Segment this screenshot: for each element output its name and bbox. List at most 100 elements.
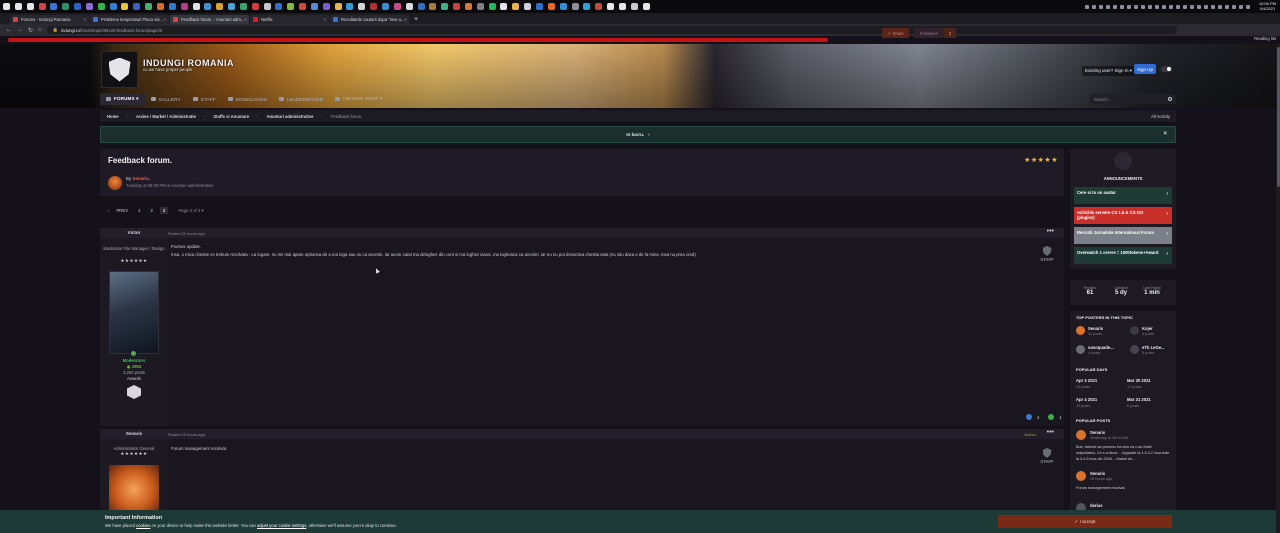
taskbar-app-icon[interactable] (121, 3, 129, 10)
breadcrumb-item[interactable]: Staffs si Anuntare (213, 114, 249, 119)
announcement-item[interactable]: Cere si tu un avatar › (1074, 187, 1172, 204)
topic-rating[interactable]: ★★★★★ (1024, 156, 1058, 164)
nav-item[interactable]: Downloads (222, 93, 273, 105)
search-input[interactable]: Search... (1090, 94, 1176, 104)
tray-icon[interactable] (1238, 4, 1243, 9)
search-icon[interactable] (1168, 97, 1172, 101)
tray-icon[interactable] (1126, 4, 1131, 9)
tray-icon[interactable] (1147, 4, 1152, 9)
taskbar-app-icon[interactable] (334, 3, 342, 10)
taskbar-app-icon[interactable] (3, 3, 10, 10)
taskbar-app-icon[interactable] (299, 3, 307, 10)
cookie-settings-link[interactable]: adjust your cookie settings (257, 523, 306, 528)
tray-icon[interactable] (1168, 4, 1173, 9)
poster-name[interactable]: Senaris (1088, 326, 1103, 331)
taskbar-app-icon[interactable] (85, 3, 93, 10)
taskbar-app-icon[interactable] (429, 3, 437, 10)
taskbar-app-icon[interactable] (535, 3, 543, 10)
tray-icon[interactable] (1105, 4, 1110, 9)
announcement-item[interactable]: Overwatch 1 cerere = 1000tokens+Award › (1074, 247, 1172, 264)
avatar[interactable] (1076, 471, 1086, 481)
taskbar-app-icon[interactable] (630, 3, 638, 10)
prev-icon[interactable]: ‹ (108, 208, 109, 213)
breadcrumb-item[interactable]: Anime / Market / Administratie (136, 114, 196, 119)
page-link-2[interactable]: 2 (148, 207, 156, 214)
popular-day[interactable]: Apr 3 2021 24 posts (1076, 378, 1097, 389)
taskbar-app-icon[interactable] (133, 3, 141, 10)
taskbar-app-icon[interactable] (346, 3, 354, 10)
nav-item[interactable]: Staff (187, 93, 222, 105)
breadcrumb-item[interactable]: Anunturi administrative (266, 114, 313, 119)
tray-icon[interactable] (1231, 4, 1236, 9)
nav-item[interactable]: Indungi Shop ▾ (329, 93, 388, 105)
tray-icon[interactable] (1154, 4, 1159, 9)
accept-cookies-button[interactable]: ✓ I accept (998, 515, 1172, 528)
home-icon[interactable]: ⌂ (38, 27, 42, 33)
avatar[interactable] (1130, 326, 1139, 335)
taskbar-app-icon[interactable] (370, 3, 378, 10)
nav-item[interactable]: Forums ▾ (100, 93, 145, 105)
popular-post-author[interactable]: Senaris (1090, 471, 1105, 476)
close-tab-icon[interactable]: × (323, 17, 326, 22)
taskbar-app-icon[interactable] (571, 3, 579, 10)
tray-icon[interactable] (1133, 4, 1138, 9)
reaction-summary[interactable]: 2 1 (1026, 414, 1062, 420)
close-tab-icon[interactable]: × (244, 17, 247, 22)
share-button[interactable]: ↗ Share (882, 28, 909, 38)
popular-post-author[interactable]: darius (1090, 503, 1103, 508)
reading-list-button[interactable]: Reading list (1254, 36, 1276, 41)
tray-icon[interactable] (1189, 4, 1194, 9)
post-date[interactable]: Posted 20 hours ago (168, 231, 205, 236)
scrollbar-thumb[interactable] (1276, 47, 1280, 187)
taskbar-app-icon[interactable] (109, 3, 117, 10)
new-tab-icon[interactable]: + (414, 15, 418, 24)
popular-day[interactable]: Apr 4 2021 10 posts (1076, 397, 1097, 408)
browser-tab[interactable]: Netflix × (250, 15, 329, 24)
avatar[interactable] (108, 176, 122, 190)
taskbar-app-icon[interactable] (192, 3, 200, 10)
breadcrumb-item[interactable]: Home (107, 114, 119, 119)
page-jump[interactable]: Page 3 of 3 ▾ (178, 208, 203, 214)
tray-icon[interactable] (1119, 4, 1124, 9)
post-date[interactable]: Posted 19 hours ago (168, 432, 205, 437)
taskbar-app-icon[interactable] (547, 3, 555, 10)
announcement-item[interactable]: Achizitie servere CS 1.6 & CS:GO (plugin… (1074, 207, 1172, 224)
taskbar-app-icon[interactable] (382, 3, 389, 10)
taskbar-app-icon[interactable] (228, 3, 236, 10)
sign-in-link[interactable]: Existing user? Sign In ▾ (1082, 66, 1136, 76)
tray-icon[interactable] (1217, 4, 1222, 9)
avatar[interactable] (109, 465, 159, 510)
prev-page-link[interactable]: PREV (113, 207, 131, 214)
page-scrollbar[interactable] (1276, 44, 1280, 533)
taskbar-app-icon[interactable] (618, 3, 626, 10)
taskbar-app-icon[interactable] (559, 3, 567, 10)
taskbar-app-icon[interactable] (263, 3, 271, 10)
taskbar-app-icon[interactable] (251, 3, 259, 10)
taskbar-app-icon[interactable] (97, 3, 105, 10)
tray-icon[interactable] (1098, 4, 1103, 9)
avatar[interactable] (1130, 345, 1139, 354)
more-options-icon[interactable]: ••• (1047, 228, 1054, 236)
taskbar-app-icon[interactable] (287, 3, 295, 10)
tray-icon[interactable] (1175, 4, 1180, 9)
taskbar-app-icon[interactable] (464, 3, 472, 10)
site-logo[interactable] (101, 51, 138, 88)
nav-item[interactable]: Leaderboard (273, 93, 329, 105)
cookies-link[interactable]: cookies (136, 523, 150, 528)
tray-icon[interactable] (1161, 4, 1166, 9)
poster-name[interactable]: Kojer (1142, 326, 1153, 331)
avatar[interactable] (109, 271, 159, 354)
taskbar-app-icon[interactable] (275, 3, 283, 10)
taskbar-app-icon[interactable] (358, 3, 366, 10)
browser-tab[interactable]: Probleme temperaturi Placa vid... × (90, 15, 169, 24)
taskbar-app-icon[interactable] (74, 3, 82, 10)
clock[interactable]: 10:06 PM 4/4/2021 (1259, 1, 1276, 11)
tray-icon[interactable] (1203, 4, 1208, 9)
taskbar-app-icon[interactable] (50, 3, 58, 10)
tray-icon[interactable] (1245, 4, 1250, 9)
close-tab-icon[interactable]: × (163, 17, 166, 22)
award-badge-icon[interactable] (127, 385, 141, 399)
taskbar-app-icon[interactable] (583, 3, 591, 10)
browser-tab[interactable]: Forums - Indungi Romania × (10, 15, 89, 24)
taskbar-app-icon[interactable] (204, 3, 212, 10)
